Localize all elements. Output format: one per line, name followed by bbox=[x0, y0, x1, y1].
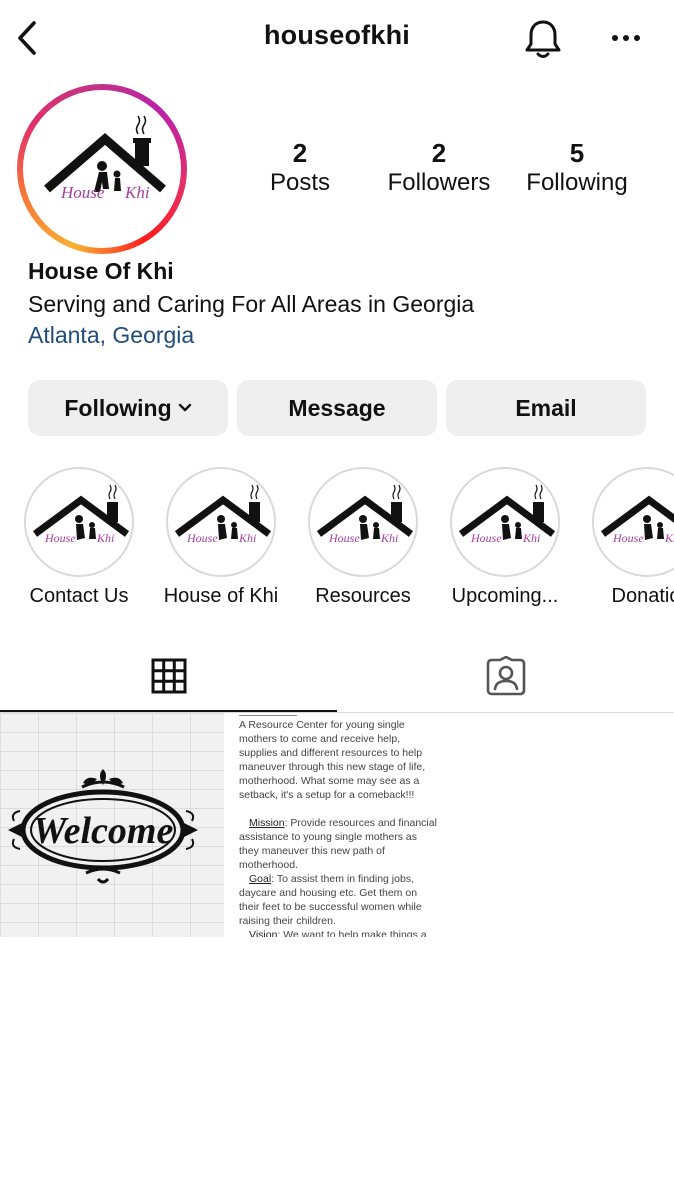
message-button-label: Message bbox=[288, 394, 386, 421]
highlight-cover: House Khi bbox=[166, 467, 276, 577]
profile-display-name: House Of Khi bbox=[28, 258, 174, 284]
tab-grid[interactable] bbox=[0, 640, 337, 712]
logo-text-house: House bbox=[44, 531, 76, 545]
more-options-button[interactable] bbox=[604, 20, 648, 56]
email-button-label: Email bbox=[515, 394, 577, 421]
stat-following[interactable]: 5 Following bbox=[517, 138, 637, 198]
house-of-khi-logo: House Khi bbox=[458, 484, 555, 545]
top-bar: houseofkhi bbox=[0, 0, 674, 78]
highlight-donations[interactable]: House Khi Donatio bbox=[591, 467, 674, 607]
stat-followers[interactable]: 2 Followers bbox=[380, 138, 498, 198]
tab-tagged[interactable] bbox=[337, 640, 674, 712]
following-button[interactable]: Following bbox=[28, 380, 228, 436]
logo-text-khi: Khi bbox=[124, 183, 150, 202]
highlight-label: House of Khi bbox=[163, 585, 279, 607]
logo-text-house: House bbox=[612, 531, 644, 545]
highlight-label: Contact Us bbox=[29, 585, 129, 607]
highlight-label: Resources bbox=[315, 585, 411, 607]
post-welcome[interactable]: Welcome bbox=[0, 713, 224, 937]
highlight-label: Donatio bbox=[611, 585, 674, 607]
post-mission-statement[interactable]: A Resource Center for young single mothe… bbox=[225, 713, 449, 937]
stat-following-count: 5 bbox=[569, 138, 585, 168]
email-button[interactable]: Email bbox=[446, 380, 646, 436]
profile-username: houseofkhi bbox=[263, 20, 410, 50]
highlight-contact-us[interactable]: House Khi Contact Us bbox=[23, 467, 135, 607]
goal-label: Goal bbox=[249, 873, 272, 885]
profile-bio: Serving and Caring For All Areas in Geor… bbox=[28, 291, 475, 317]
mission-label: Mission bbox=[249, 817, 285, 829]
divider bbox=[239, 715, 297, 716]
logo-text-khi: Khi bbox=[238, 531, 256, 545]
logo-text-khi: Khi bbox=[96, 531, 114, 545]
highlight-upcoming[interactable]: House Khi Upcoming... bbox=[449, 467, 561, 607]
stat-following-label: Following bbox=[526, 169, 628, 196]
stat-posts-count: 2 bbox=[292, 138, 308, 168]
profile-avatar[interactable]: House Khi bbox=[17, 84, 187, 254]
post-intro-text: A Resource Center for young single mothe… bbox=[239, 719, 426, 801]
logo-text-house: House bbox=[470, 531, 502, 545]
active-tab-indicator bbox=[0, 710, 337, 712]
stat-posts[interactable]: 2 Posts bbox=[250, 138, 350, 198]
highlight-cover: House Khi bbox=[592, 467, 674, 577]
logo-text-khi: Khi bbox=[664, 531, 674, 545]
highlight-cover: House Khi bbox=[450, 467, 560, 577]
logo-text-house: House bbox=[328, 531, 360, 545]
notifications-button[interactable] bbox=[520, 16, 566, 62]
highlight-house-of-khi[interactable]: House Khi House of Khi bbox=[164, 467, 278, 607]
logo-text-house: House bbox=[186, 531, 218, 545]
highlight-resources[interactable]: House Khi Resources bbox=[307, 467, 419, 607]
highlight-cover: House Khi bbox=[24, 467, 134, 577]
house-of-khi-logo: House Khi bbox=[600, 495, 674, 545]
house-of-khi-logo: House Khi bbox=[316, 484, 413, 545]
logo-text-house: House bbox=[60, 183, 105, 202]
grid-icon bbox=[151, 658, 186, 694]
house-of-khi-logo: House Khi bbox=[32, 484, 129, 545]
welcome-text: Welcome bbox=[33, 810, 174, 852]
stat-followers-label: Followers bbox=[387, 169, 491, 196]
profile-location-link[interactable]: Atlanta, Georgia bbox=[28, 322, 194, 349]
welcome-sign-image: Welcome bbox=[8, 769, 198, 884]
more-horizontal-icon bbox=[612, 35, 640, 41]
following-button-label: Following bbox=[64, 394, 172, 421]
highlight-cover: House Khi bbox=[308, 467, 418, 577]
highlights-scroll-clip: House Khi Donatio bbox=[591, 467, 674, 617]
stat-posts-label: Posts bbox=[269, 169, 331, 196]
chevron-down-icon bbox=[178, 403, 192, 413]
avatar-frame: House Khi bbox=[23, 90, 181, 248]
tagged-user-icon bbox=[486, 656, 525, 696]
vision-label: Vision bbox=[249, 929, 278, 937]
bell-icon bbox=[525, 20, 561, 58]
logo-text-khi: Khi bbox=[522, 531, 540, 545]
house-of-khi-logo: House Khi bbox=[174, 484, 271, 545]
highlight-label: Upcoming... bbox=[451, 585, 559, 607]
house-of-khi-logo: House Khi bbox=[27, 94, 177, 244]
stat-followers-count: 2 bbox=[431, 138, 447, 168]
logo-text-khi: Khi bbox=[380, 531, 398, 545]
message-button[interactable]: Message bbox=[237, 380, 437, 436]
